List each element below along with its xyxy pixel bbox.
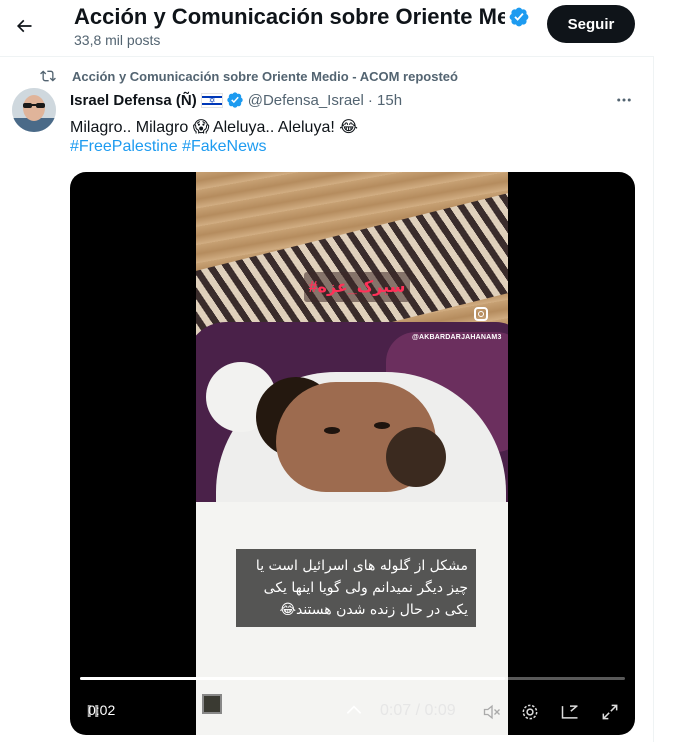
more-icon bbox=[617, 98, 631, 102]
video-watermark: @AKBARDARJAHANAM3 bbox=[412, 334, 502, 341]
israel-flag-icon: ✡ bbox=[200, 92, 223, 108]
more-button[interactable] bbox=[612, 90, 636, 110]
settings-button[interactable] bbox=[518, 700, 542, 724]
video-progress-bar[interactable] bbox=[80, 677, 625, 680]
speaker-muted-icon bbox=[483, 704, 500, 720]
fullscreen-button[interactable] bbox=[598, 700, 622, 724]
pip-button[interactable] bbox=[558, 700, 582, 724]
author-handle[interactable]: @Defensa_Israel bbox=[248, 92, 364, 109]
video-frame[interactable]: #سیرک_عزه @AKBARDARJAHANAM3 مشکل از گلول… bbox=[196, 172, 508, 735]
hashtag-link[interactable]: #FreePalestine bbox=[70, 138, 178, 155]
author-row: Israel Defensa (Ñ) ✡ @Defensa_Israel · 1… bbox=[70, 90, 402, 110]
follow-button[interactable]: Seguir bbox=[547, 5, 635, 43]
avatar[interactable] bbox=[12, 88, 56, 132]
repost-icon bbox=[38, 66, 58, 86]
page-title-text: Acción y Comunicación sobre Oriente Medi… bbox=[74, 4, 505, 29]
video-progress-fill bbox=[80, 677, 506, 680]
video-timecode: 0:07 / 0:09 bbox=[380, 702, 456, 719]
verified-badge-icon bbox=[226, 91, 244, 109]
repost-text: Acción y Comunicación sobre Oriente Medi… bbox=[72, 68, 458, 84]
posts-count: 33,8 mil posts bbox=[74, 32, 161, 48]
thumbnail-icon bbox=[202, 694, 222, 714]
author-name[interactable]: Israel Defensa (Ñ) bbox=[70, 92, 197, 109]
verified-badge-icon bbox=[508, 6, 530, 28]
header-divider bbox=[0, 56, 654, 57]
back-button[interactable] bbox=[6, 8, 42, 44]
instagram-icon bbox=[474, 307, 488, 321]
profile-header: Acción y Comunicación sobre Oriente Medi… bbox=[0, 0, 654, 56]
mute-button[interactable] bbox=[480, 700, 504, 724]
video-player[interactable]: #سیرک_عزه @AKBARDARJAHANAM3 مشکل از گلول… bbox=[70, 172, 635, 735]
tweet-time[interactable]: · 15h bbox=[368, 92, 402, 109]
arrow-left-icon bbox=[16, 19, 32, 33]
page-title: Acción y Comunicación sobre Oriente Medi… bbox=[74, 2, 530, 32]
tweet-text: Milagro.. Milagro 😱 Aleluya.. Aleluya! 😂 bbox=[70, 119, 358, 136]
gear-icon bbox=[522, 704, 538, 720]
pip-icon bbox=[561, 705, 578, 719]
hashtag-link[interactable]: #FakeNews bbox=[182, 138, 266, 155]
repost-context[interactable]: Acción y Comunicación sobre Oriente Medi… bbox=[38, 66, 458, 86]
chevron-up-button[interactable] bbox=[342, 698, 366, 722]
chevron-up-icon bbox=[346, 705, 362, 714]
video-subtitle: مشکل از گلوله های اسرائیل است یا چیز دیگ… bbox=[236, 549, 476, 627]
video-elapsed: 0:02 bbox=[88, 702, 116, 718]
video-overlay-banner: #سیرک_عزه bbox=[304, 272, 410, 302]
tweet-hashtags: #FreePalestine #FakeNews bbox=[70, 138, 267, 156]
timeline-column: Acción y Comunicación sobre Oriente Medi… bbox=[0, 0, 654, 742]
expand-icon bbox=[602, 704, 618, 720]
